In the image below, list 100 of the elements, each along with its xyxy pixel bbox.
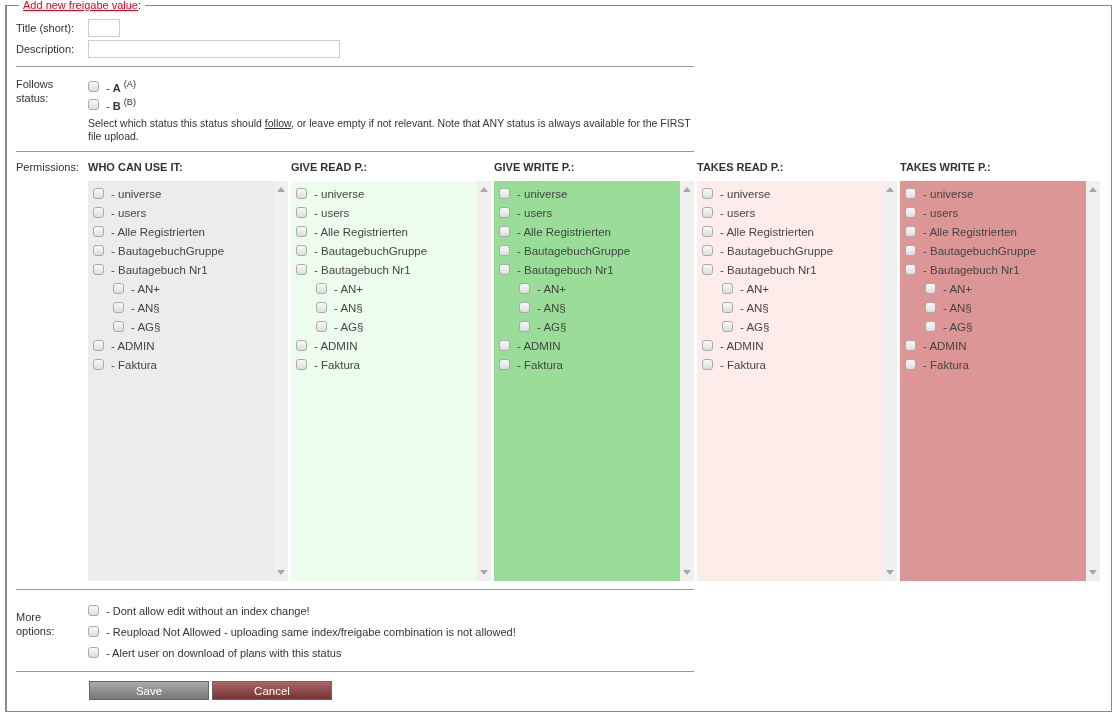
section-label: More options: (16, 610, 56, 638)
checkbox[interactable] (722, 302, 733, 313)
checkbox[interactable] (702, 264, 713, 275)
scrollbar[interactable] (680, 181, 694, 581)
group-label: - universe (923, 187, 974, 200)
option-label: - Reupload Not Allowed - uploading same index/freigabe combination is not allowed! (106, 625, 516, 638)
checkbox[interactable] (722, 283, 733, 294)
checkbox[interactable] (296, 264, 307, 275)
group-label: - Bautagebuch Nr1 (517, 263, 614, 276)
scroll-up-icon[interactable] (277, 187, 285, 192)
checkbox[interactable] (93, 264, 104, 275)
checkbox[interactable] (93, 359, 104, 370)
checkbox[interactable] (316, 302, 327, 313)
group-label: - ADMIN (517, 339, 561, 352)
group-label: - AN§ (943, 301, 972, 314)
group-label: - BautagebuchGruppe (923, 244, 1037, 257)
group-label: - ADMIN (111, 339, 155, 352)
checkbox[interactable] (702, 359, 713, 370)
checkbox[interactable] (296, 340, 307, 351)
checkbox[interactable] (905, 226, 916, 237)
checkbox[interactable] (316, 283, 327, 294)
group-label: - Faktura (314, 358, 360, 371)
group-label: - BautagebuchGruppe (517, 244, 631, 257)
scroll-down-icon[interactable] (1089, 570, 1097, 575)
group-label: - Bautagebuch Nr1 (923, 263, 1020, 276)
checkbox[interactable] (316, 321, 327, 332)
checkbox[interactable] (93, 226, 104, 237)
group-label: - ADMIN (314, 339, 358, 352)
checkbox[interactable] (499, 264, 510, 275)
checkbox[interactable] (113, 283, 124, 294)
checkbox[interactable] (925, 283, 936, 294)
scrollbar[interactable] (274, 181, 288, 581)
scrollbar[interactable] (1086, 181, 1100, 581)
input-field[interactable] (88, 40, 340, 58)
checkbox[interactable] (88, 98, 99, 110)
checkbox[interactable] (702, 340, 713, 351)
checkbox[interactable] (519, 302, 530, 313)
checkbox[interactable] (702, 245, 713, 256)
checkbox[interactable] (905, 245, 916, 256)
group-label: - Faktura (720, 358, 766, 371)
checkbox[interactable] (722, 321, 733, 332)
checkbox[interactable] (905, 264, 916, 275)
checkbox[interactable] (499, 226, 510, 237)
checkbox[interactable] (93, 340, 104, 351)
checkbox[interactable] (93, 207, 104, 218)
checkbox[interactable] (519, 321, 530, 332)
colon-text: : (137, 0, 142, 11)
checkbox[interactable] (499, 188, 510, 199)
checkbox[interactable] (499, 340, 510, 351)
checkbox[interactable] (93, 245, 104, 256)
checkbox[interactable] (702, 188, 713, 199)
scrollbar[interactable] (477, 181, 491, 581)
checkbox[interactable] (519, 283, 530, 294)
checkbox[interactable] (702, 207, 713, 218)
checkbox[interactable] (88, 647, 99, 658)
checkbox[interactable] (499, 245, 510, 256)
checkbox[interactable] (925, 321, 936, 332)
checkbox[interactable] (113, 321, 124, 332)
checkbox[interactable] (88, 605, 99, 616)
group-label: - universe (517, 187, 568, 200)
checkbox[interactable] (905, 188, 916, 199)
checkbox[interactable] (499, 207, 510, 218)
scroll-up-icon[interactable] (1089, 187, 1097, 192)
cancel-button[interactable]: Cancel (212, 681, 332, 700)
option-label: - Alert user on download of plans with this status (106, 646, 342, 659)
form-title-link[interactable]: Add new freigabe value (23, 0, 138, 11)
section-label: Permissions: (16, 160, 80, 174)
scroll-up-icon[interactable] (683, 187, 691, 192)
group-label: - Alle Registrierten (923, 225, 1017, 238)
scrollbar[interactable] (883, 181, 897, 581)
scroll-down-icon[interactable] (886, 570, 894, 575)
help-text: Select which status this status should follow, or leave empty if not relevant. Note that ANY status is always available for the FIRST file upload. (88, 117, 692, 143)
checkbox[interactable] (702, 226, 713, 237)
checkbox[interactable] (93, 188, 104, 199)
checkbox[interactable] (296, 188, 307, 199)
checkbox[interactable] (499, 359, 510, 370)
group-label: - AG§ (740, 320, 770, 333)
checkbox[interactable] (905, 340, 916, 351)
checkbox[interactable] (905, 207, 916, 218)
group-label: - AG§ (334, 320, 364, 333)
group-label: - universe (720, 187, 771, 200)
checkbox[interactable] (88, 626, 99, 637)
scroll-down-icon[interactable] (480, 570, 488, 575)
checkbox[interactable] (296, 359, 307, 370)
option-label: - Dont allow edit without an index change! (106, 604, 310, 617)
scroll-up-icon[interactable] (886, 187, 894, 192)
checkbox[interactable] (296, 245, 307, 256)
group-label: - Bautagebuch Nr1 (720, 263, 817, 276)
checkbox[interactable] (296, 226, 307, 237)
input-field[interactable] (88, 19, 120, 37)
checkbox[interactable] (905, 359, 916, 370)
checkbox[interactable] (113, 302, 124, 313)
checkbox[interactable] (88, 80, 99, 92)
checkbox[interactable] (925, 302, 936, 313)
group-label: - AN§ (334, 301, 363, 314)
scroll-up-icon[interactable] (480, 187, 488, 192)
scroll-down-icon[interactable] (277, 570, 285, 575)
checkbox[interactable] (296, 207, 307, 218)
save-button[interactable]: Save (89, 681, 209, 700)
scroll-down-icon[interactable] (683, 570, 691, 575)
